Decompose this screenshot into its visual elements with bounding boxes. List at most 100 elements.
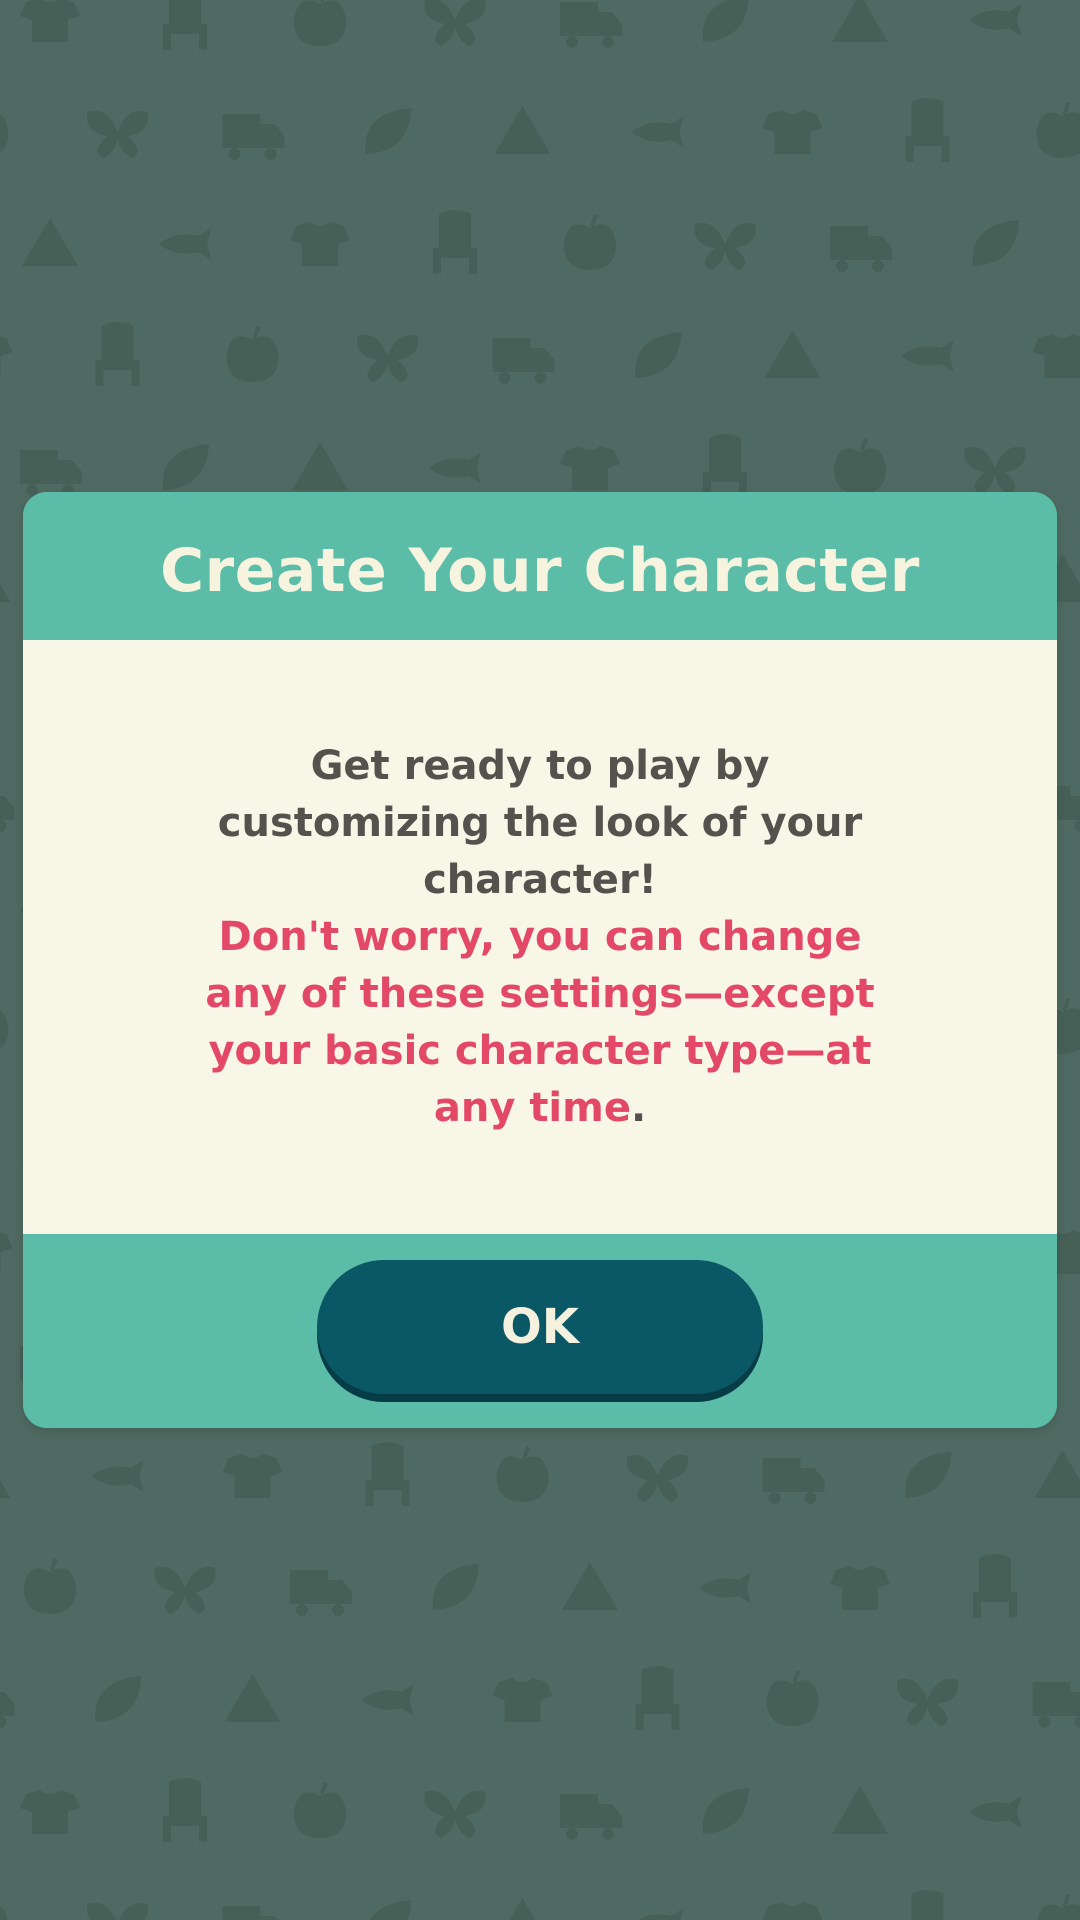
leaf-icon [905,1452,952,1498]
tent-icon [0,1480,11,1498]
tent-icon [509,1898,536,1920]
chair-icon [95,322,140,386]
shirt-icon [1032,334,1080,378]
shirt-icon [762,1902,823,1920]
chair-icon [973,1554,1017,1618]
butterfly-icon [896,1678,959,1726]
truck-icon [762,1458,825,1504]
truck-icon [20,450,82,496]
shirt-icon [222,1454,283,1498]
butterfly-icon [964,446,1026,494]
tent-icon [292,442,348,490]
butterfly-icon [154,1566,216,1614]
screen: Create Your Character Get ready to play … [0,0,1080,1920]
apple-icon [294,0,346,46]
dialog-footer: OK [23,1234,1057,1428]
dialog-body: Get ready to play by customizing the loo… [23,640,1057,1234]
tent-icon [764,330,821,378]
apple-icon [0,1010,9,1050]
leaf-icon [635,332,682,378]
warning-message: Don't worry, you can change any of these… [205,913,875,1131]
truck-icon [0,796,15,832]
butterfly-icon [86,1903,149,1920]
chair-icon [163,0,207,50]
truck-icon [560,1794,622,1840]
fish-icon [361,1684,414,1716]
shirt-icon [290,222,350,266]
truck-icon [830,226,892,272]
apple-icon [496,1446,549,1502]
truck-icon [1032,1682,1080,1728]
fish-icon [699,1572,751,1604]
butterfly-icon [424,1790,486,1838]
apple-icon [766,1670,819,1726]
fish-icon [91,1460,144,1492]
shirt-icon [20,0,80,42]
intro-message: Get ready to play by customizing the loo… [217,742,863,903]
leaf-icon [162,444,209,490]
apple-icon [0,1906,8,1920]
apple-icon [564,214,616,270]
tent-icon [22,218,78,266]
tent-icon [0,584,11,602]
fish-icon [637,1908,684,1920]
shirt-icon [560,446,620,490]
leaf-icon [370,1900,412,1920]
butterfly-icon [424,0,486,46]
truck-icon [0,1692,15,1728]
shirt-icon [762,110,823,154]
truck-icon [492,338,555,384]
chair-icon [911,1890,944,1920]
ok-button[interactable]: OK [317,1260,763,1394]
chair-icon [365,1442,410,1506]
fish-icon [969,1796,1021,1828]
leaf-icon [95,1676,142,1722]
chair-icon [635,1666,680,1730]
leaf-icon [365,108,412,154]
shirt-icon [830,1566,890,1610]
create-character-dialog: Create Your Character Get ready to play … [23,492,1057,1428]
tent-icon [832,1786,888,1834]
leaf-icon [972,220,1019,266]
butterfly-icon [694,222,756,270]
truck-icon [290,1570,352,1616]
apple-icon [294,1782,346,1838]
warning-message-wrap: Don't worry, you can change any of these… [180,909,900,1137]
tent-icon [1034,1450,1080,1498]
tent-icon [832,0,888,42]
apple-icon [1037,1894,1080,1920]
apple-icon [834,438,886,494]
tent-icon [562,1562,618,1610]
butterfly-icon [626,1454,689,1502]
tent-icon [224,1674,281,1722]
leaf-icon [702,1788,749,1834]
fish-icon [429,452,481,484]
shirt-icon [492,1678,553,1722]
dialog-header: Create Your Character [23,492,1057,640]
apple-icon [1036,102,1080,158]
fish-icon [901,340,954,372]
chair-icon [703,434,747,498]
leaf-icon [432,1564,479,1610]
apple-icon [226,326,279,382]
truck-icon [222,1906,278,1920]
chair-icon [163,1778,207,1842]
apple-icon [24,1558,76,1614]
shirt-icon [0,1232,13,1274]
shirt-icon [0,336,13,378]
fish-icon [631,116,684,148]
leaf-icon [702,0,749,42]
truck-icon [560,2,622,48]
tent-icon [494,106,551,154]
fish-icon [159,228,211,260]
fish-icon [969,4,1021,36]
shirt-icon [20,1790,80,1834]
apple-icon [0,114,9,154]
dialog-title: Create Your Character [160,536,920,606]
warning-period: . [630,1084,647,1131]
butterfly-icon [356,334,419,382]
chair-icon [433,210,477,274]
truck-icon [222,114,285,160]
butterfly-icon [86,110,149,158]
chair-icon [905,98,950,162]
